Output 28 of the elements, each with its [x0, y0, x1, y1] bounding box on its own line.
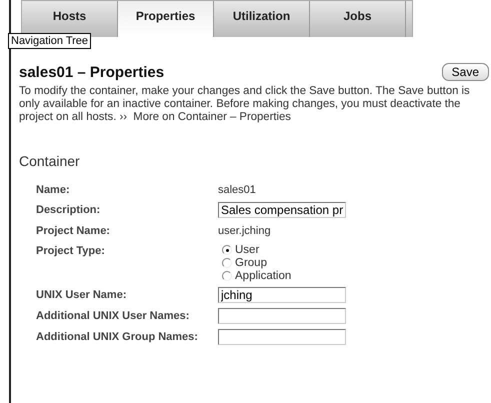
input-field[interactable] — [218, 308, 346, 324]
field-label: Additional UNIX User Names: — [36, 309, 190, 323]
tooltip: Navigation Tree — [8, 33, 92, 49]
field-label: Additional UNIX Group Names: — [36, 330, 199, 344]
radio-button[interactable] — [222, 245, 232, 255]
field-label: UNIX User Name: — [36, 288, 128, 302]
field-value: user.jching — [218, 224, 272, 238]
field-label: Project Type: — [36, 244, 106, 258]
field-label: Project Name: — [36, 224, 111, 238]
tab[interactable]: Utilization — [214, 1, 310, 37]
intro-text: To modify the container, make your changes and click the Save button. The Save button is only available for an inactive container. Before making changes, you must deactivate the project on all hosts. ›› More on Container – Properties — [19, 85, 471, 124]
radio-button[interactable] — [222, 271, 232, 281]
radio-label: User — [235, 244, 260, 256]
section-title: Container — [19, 153, 81, 169]
field-value: sales01 — [218, 183, 257, 197]
help-link[interactable]: More on Container – Properties — [133, 111, 291, 123]
tab[interactable]: Jobs — [310, 1, 406, 37]
page-title: sales01 – Properties — [19, 64, 164, 80]
save-button[interactable]: Save — [442, 63, 489, 81]
radio-label: Application — [235, 270, 292, 282]
radio-label: Group — [235, 257, 267, 269]
input-field[interactable] — [218, 329, 346, 345]
field-label: Name: — [36, 183, 71, 197]
field-label: Description: — [36, 203, 102, 217]
input-field[interactable]: Sales compensation pr — [218, 202, 346, 218]
tab[interactable]: Properties — [118, 1, 214, 37]
input-field[interactable]: jching — [218, 287, 346, 303]
radio-button[interactable] — [222, 258, 232, 268]
